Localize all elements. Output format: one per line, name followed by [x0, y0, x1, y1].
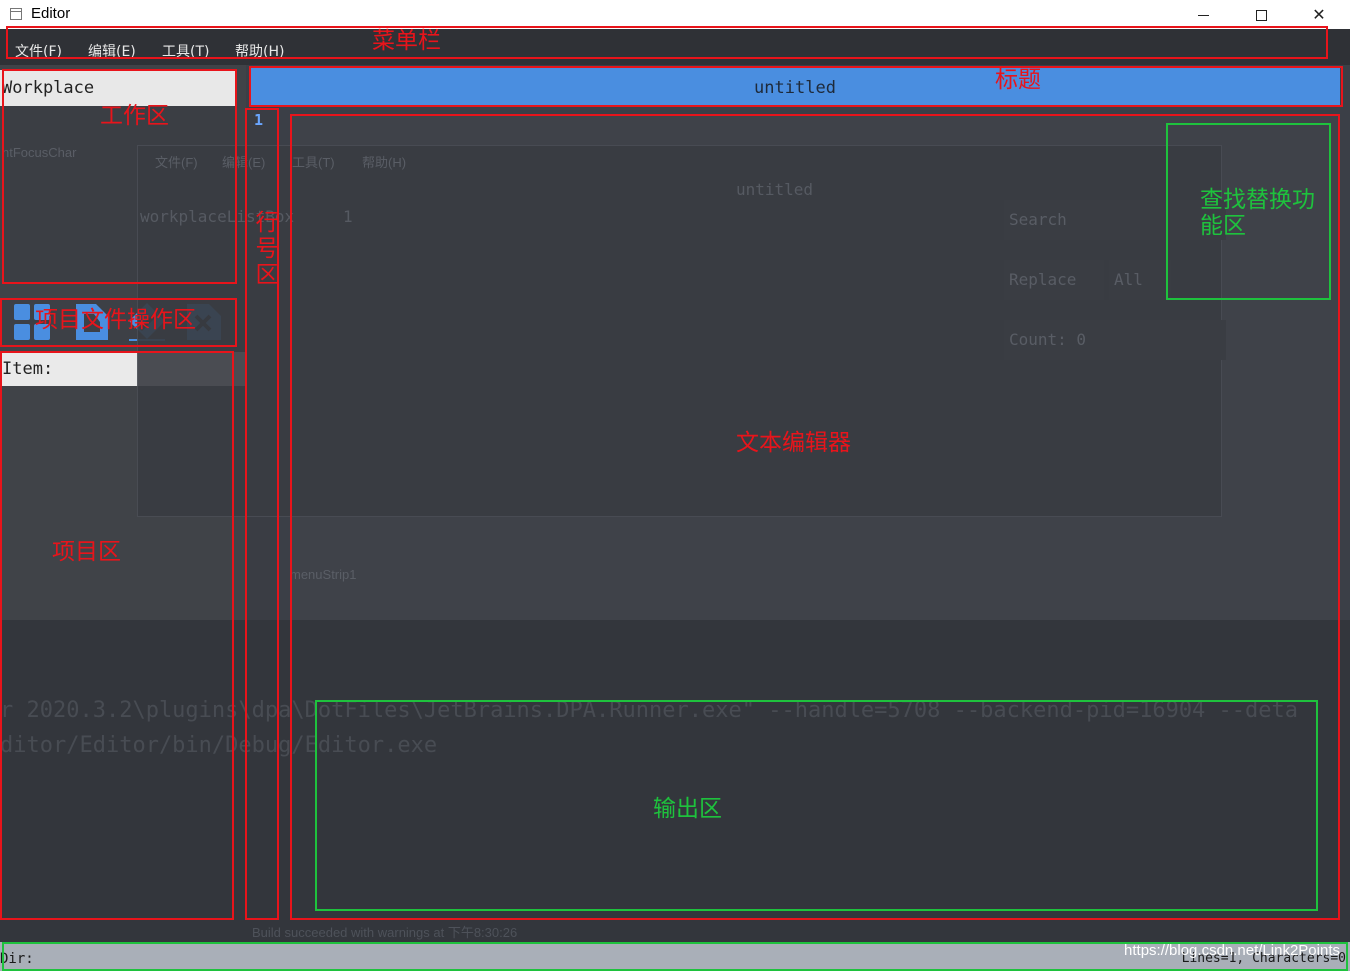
workplace-header: Workplace [0, 70, 236, 106]
ghost-menustrip: menuStrip1 [290, 567, 357, 582]
annotation-label-menubar: 菜单栏 [372, 28, 441, 54]
output-line: ditor/Editor/bin/Debug/Editor.exe [0, 733, 438, 758]
ghost-line: 1 [343, 207, 353, 226]
window-titlebar: Editor ✕ [0, 0, 1350, 29]
ghost-focus-label: ntFocusChar [2, 145, 77, 160]
ghost-doc-title: untitled [736, 180, 814, 199]
menu-help[interactable]: 帮助(H) [235, 41, 284, 61]
maximize-button[interactable] [1232, 0, 1290, 29]
annotation-label-output: 输出区 [653, 796, 722, 822]
editor-app: Editor ✕ 文件(F) 编辑(E) 工具(T) 帮助(H) Workpla… [0, 0, 1350, 971]
minimize-icon [1197, 15, 1209, 16]
annotation-label-workplace: 工作区 [100, 103, 169, 129]
output-panel[interactable]: r 2020.3.2\plugins\dpa\DotFiles\JetBrain… [0, 620, 1350, 942]
watermark: https://blog.csdn.net/Link2Points [1124, 942, 1340, 959]
output-line: r 2020.3.2\plugins\dpa\DotFiles\JetBrain… [0, 698, 1299, 723]
search-input[interactable]: Search [1004, 200, 1226, 240]
annotation-label-find-replace: 查找替换功能区 [1200, 187, 1315, 239]
close-button[interactable]: ✕ [1290, 0, 1348, 29]
minimize-button[interactable] [1174, 0, 1232, 29]
replace-input[interactable]: Replace [1004, 260, 1104, 300]
menu-file[interactable]: 文件(F) [15, 41, 62, 61]
build-message: Build succeeded with warnings at 下午8:30:… [252, 925, 518, 940]
ghost-menu-edit: 编辑(E) [222, 155, 266, 170]
window-title: Editor [31, 5, 71, 22]
annotation-label-line-number: 行号区 [255, 210, 279, 288]
annotation-label-project-file-ops: 项目文件操作区 [35, 307, 196, 333]
ghost-menu-help: 帮助(H) [362, 155, 407, 170]
maximize-icon [1255, 10, 1267, 21]
menu-edit[interactable]: 编辑(E) [88, 41, 136, 61]
replace-all-checkbox[interactable]: All [1109, 260, 1171, 300]
menu-tools[interactable]: 工具(T) [162, 41, 209, 61]
dir-label: Dir: [0, 951, 34, 967]
ghost-menu-tools: 工具(T) [292, 155, 335, 170]
all-label: All [1114, 270, 1143, 289]
app-icon [10, 8, 22, 20]
annotation-label-text-editor: 文本编辑器 [736, 430, 851, 456]
annotation-label-title: 标题 [995, 67, 1041, 93]
count-label: Count: 0 [1004, 320, 1226, 360]
annotation-label-project: 项目区 [52, 539, 121, 565]
close-icon: ✕ [1312, 5, 1326, 24]
ghost-menu-file: 文件(F) [155, 155, 198, 170]
line-number: 1 [254, 111, 264, 129]
document-title: untitled [250, 68, 1340, 106]
menubar: 文件(F) 编辑(E) 工具(T) 帮助(H) [0, 29, 1350, 65]
